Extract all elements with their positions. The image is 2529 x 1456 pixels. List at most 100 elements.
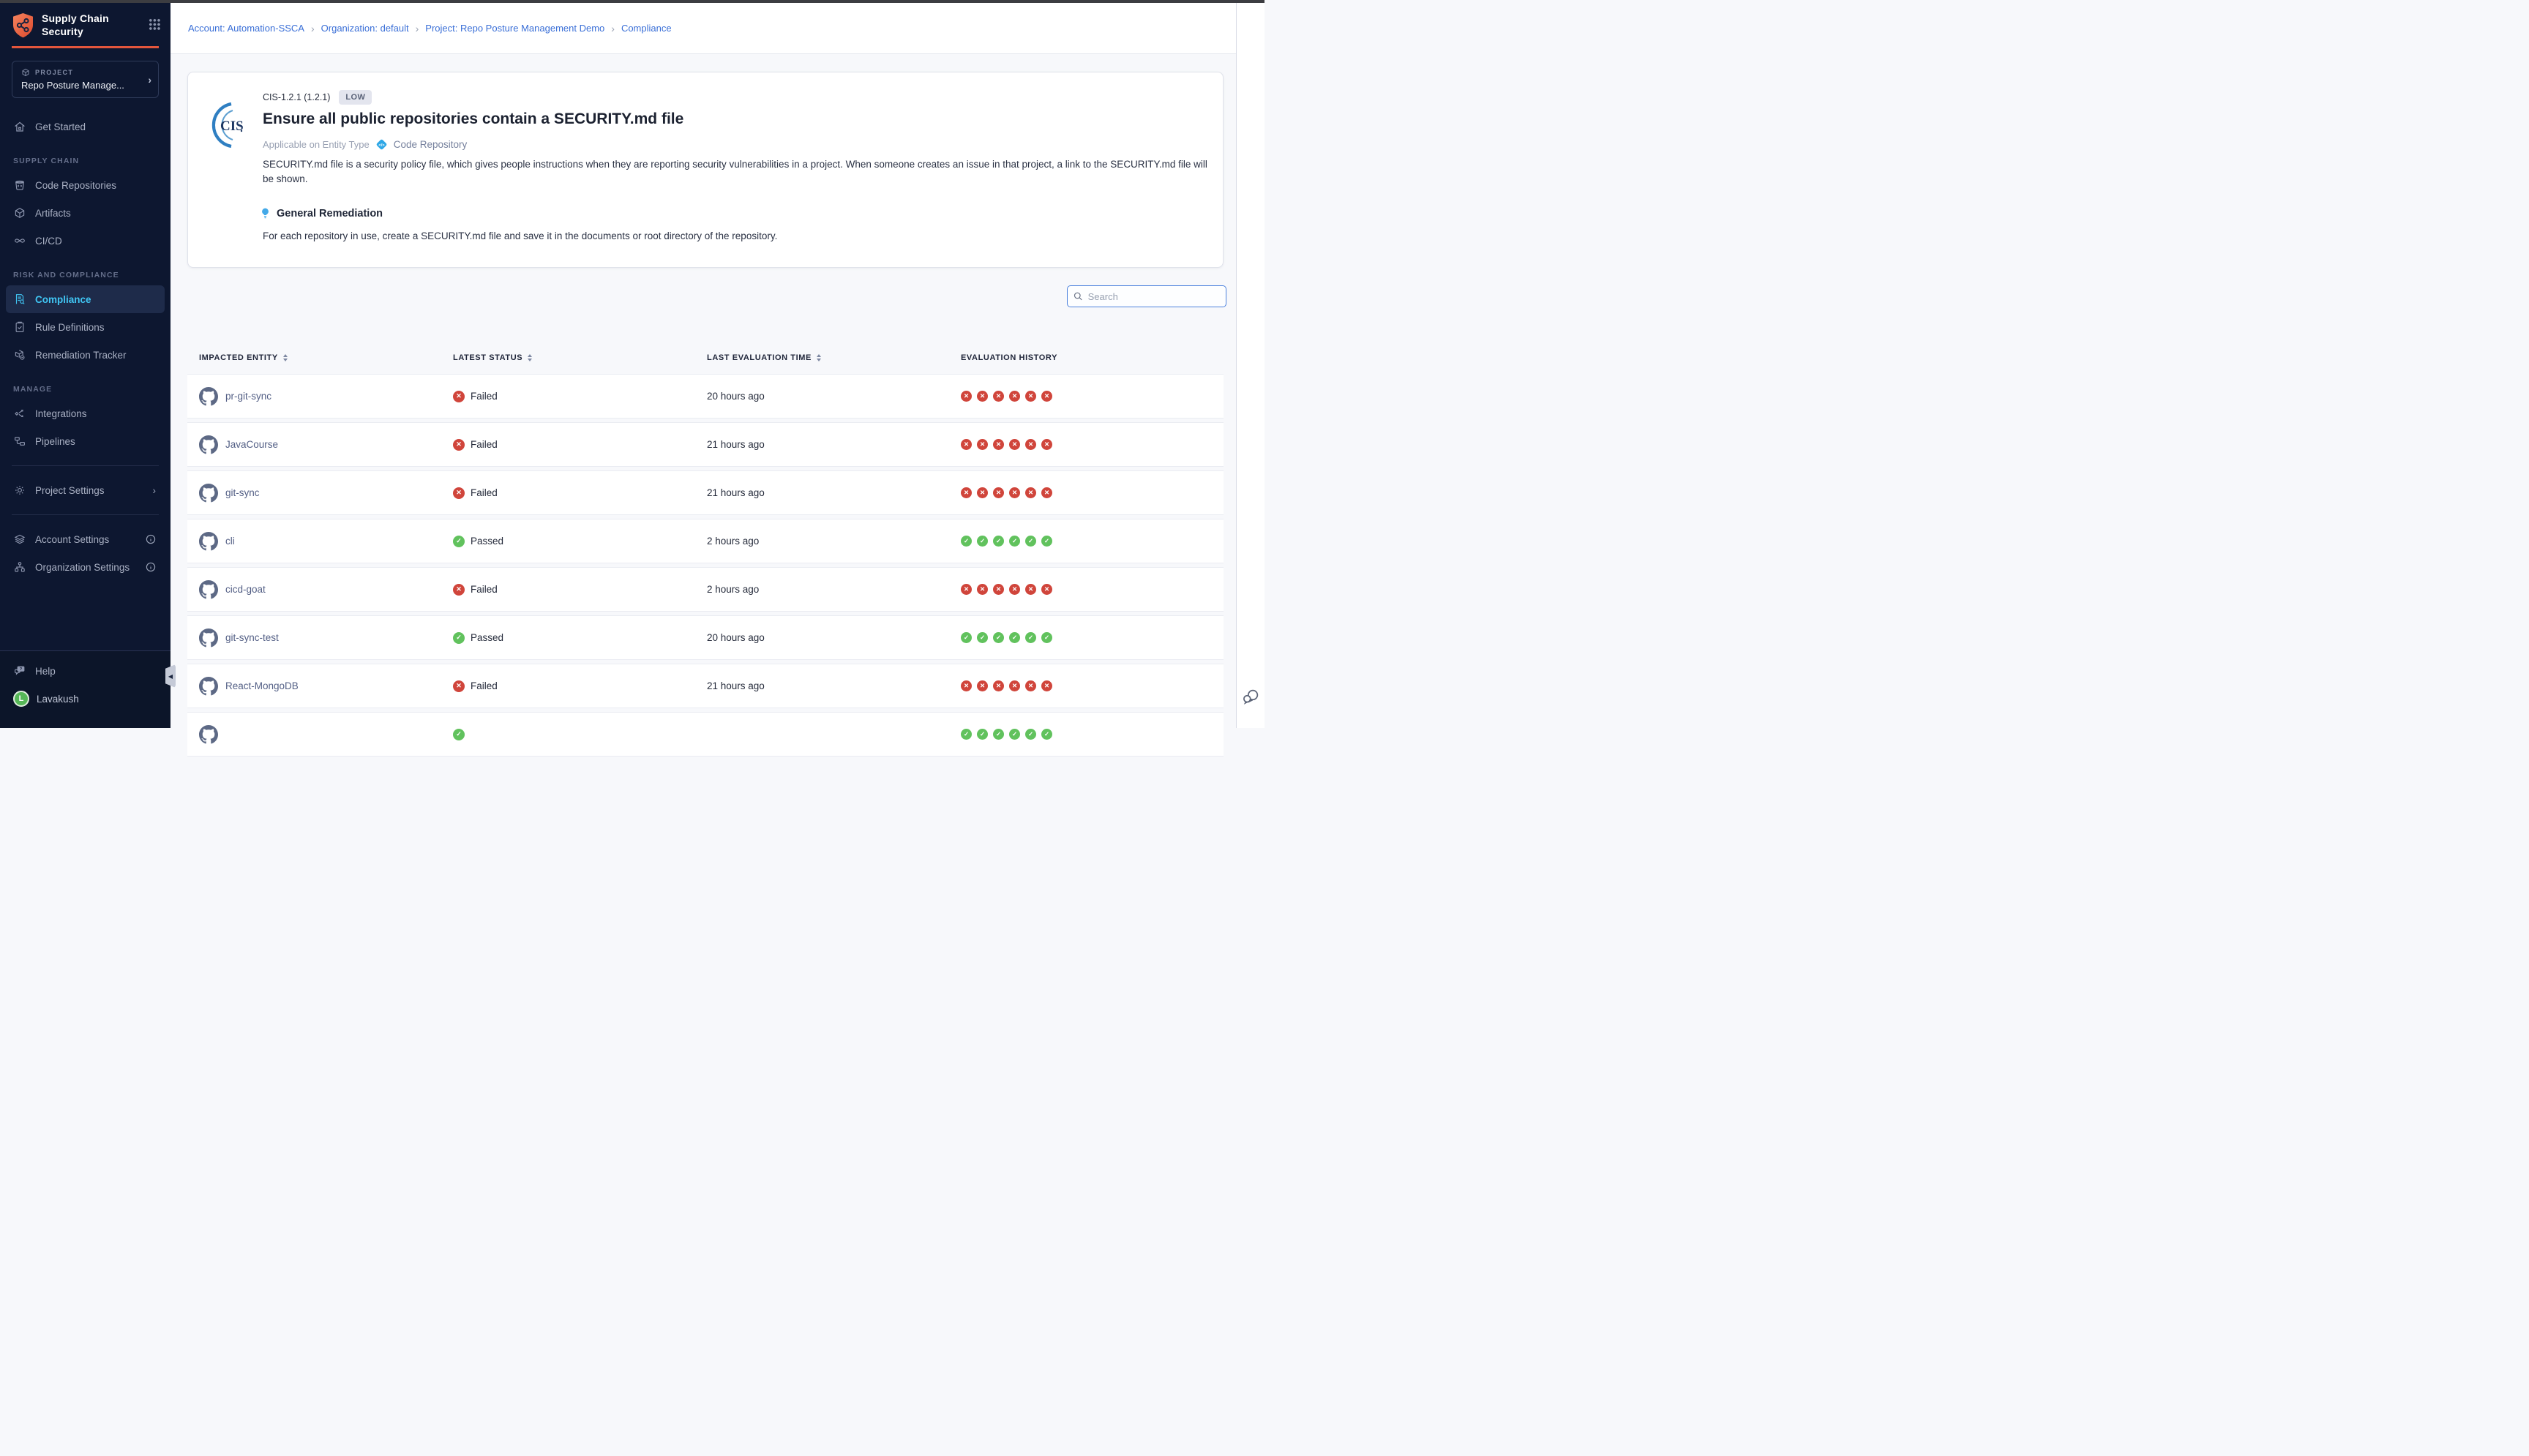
- status-cell: Failed: [453, 375, 498, 418]
- sidebar-item-label: Compliance: [35, 294, 91, 305]
- sidebar-item-remediation-tracker[interactable]: Remediation Tracker: [0, 341, 171, 369]
- sidebar-item-rule-definitions[interactable]: Rule Definitions: [0, 313, 171, 341]
- info-icon[interactable]: [146, 534, 163, 544]
- section-label-supply-chain: SUPPLY CHAIN: [0, 157, 171, 165]
- sidebar-item-help[interactable]: ? Help: [0, 657, 171, 685]
- entity-name[interactable]: JavaCourse: [225, 439, 278, 450]
- sidebar-item-account-settings[interactable]: Account Settings: [0, 525, 171, 553]
- fail-icon: ✕: [977, 487, 988, 498]
- breadcrumb-organization[interactable]: Organization: default: [321, 23, 409, 34]
- shield-logo-icon: [12, 12, 34, 39]
- fail-icon: ✕: [961, 439, 972, 450]
- table-row[interactable]: git-sync Failed 21 hours ago ✕✕✕✕✕✕: [187, 470, 1224, 515]
- pass-icon: ✓: [1025, 729, 1036, 740]
- search-input[interactable]: [1088, 291, 1220, 302]
- gear-icon: [13, 484, 26, 497]
- pass-icon: ✓: [1009, 536, 1020, 547]
- entity-name[interactable]: git-sync-test: [225, 632, 279, 643]
- evaluation-time: 21 hours ago: [707, 664, 765, 708]
- table-row[interactable]: cicd-goat Failed 2 hours ago ✕✕✕✕✕✕: [187, 567, 1224, 612]
- entity-type-value[interactable]: Code Repository: [394, 139, 468, 150]
- entity-name[interactable]: cli: [225, 536, 235, 547]
- status-icon: [453, 391, 465, 402]
- chat-support-icon[interactable]: [1242, 688, 1260, 706]
- table-row[interactable]: cli Passed 2 hours ago ✓✓✓✓✓✓: [187, 519, 1224, 563]
- table-row[interactable]: React-MongoDB Failed 21 hours ago ✕✕✕✕✕✕: [187, 664, 1224, 708]
- entity-type-row: Applicable on Entity Type </> Code Repos…: [263, 138, 467, 151]
- github-icon: [199, 628, 218, 648]
- sidebar-item-code-repositories[interactable]: Code Repositories: [0, 171, 171, 199]
- column-header-latest-status[interactable]: LATEST STATUS: [453, 350, 532, 366]
- product-logo-row: Supply Chain Security: [0, 3, 171, 39]
- impacted-entity-table: pr-git-sync Failed 20 hours ago ✕✕✕✕✕✕ J…: [187, 374, 1224, 760]
- evaluation-history: ✓✓✓✓✓✓: [961, 713, 1052, 756]
- status-cell: Failed: [453, 568, 498, 611]
- status-cell: Passed: [453, 519, 503, 563]
- clipboard-check-icon: [13, 320, 26, 334]
- sidebar-item-compliance[interactable]: Compliance: [6, 285, 165, 313]
- entity-name[interactable]: git-sync: [225, 487, 260, 498]
- status-label: Failed: [471, 439, 498, 450]
- entity-name[interactable]: pr-git-sync: [225, 391, 271, 402]
- evaluation-history: ✕✕✕✕✕✕: [961, 664, 1052, 708]
- evaluation-history: ✓✓✓✓✓✓: [961, 519, 1052, 563]
- breadcrumb: Account: Automation-SSCA › Organization:…: [171, 3, 1236, 54]
- fail-icon: ✕: [977, 584, 988, 595]
- fail-icon: ✕: [1009, 439, 1020, 450]
- fail-icon: ✕: [993, 584, 1004, 595]
- breadcrumb-page[interactable]: Compliance: [621, 23, 672, 34]
- evaluation-history: ✓✓✓✓✓✓: [961, 616, 1052, 659]
- search-icon: [1074, 291, 1083, 301]
- apps-grid-icon[interactable]: [149, 18, 160, 30]
- sort-icon[interactable]: [817, 354, 821, 361]
- status-icon: [453, 536, 465, 547]
- evaluation-time: 2 hours ago: [707, 568, 759, 611]
- code-repository-icon: [13, 179, 26, 192]
- table-row[interactable]: pr-git-sync Failed 20 hours ago ✕✕✕✕✕✕: [187, 374, 1224, 419]
- status-cell: Failed: [453, 423, 498, 466]
- remediation-text: For each repository in use, create a SEC…: [263, 230, 777, 241]
- pass-icon: ✓: [977, 632, 988, 643]
- breadcrumb-separator: ›: [611, 23, 615, 34]
- entity-name[interactable]: cicd-goat: [225, 584, 266, 595]
- fail-icon: ✕: [1041, 391, 1052, 402]
- fail-icon: ✕: [993, 487, 1004, 498]
- rule-code: CIS-1.2.1 (1.2.1): [263, 92, 330, 102]
- info-icon[interactable]: [146, 562, 163, 572]
- table-row[interactable]: git-sync-test Passed 20 hours ago ✓✓✓✓✓✓: [187, 615, 1224, 660]
- svg-text:</>: </>: [378, 143, 385, 148]
- sidebar-footer: ? Help L Lavakush: [0, 650, 171, 728]
- fail-icon: ✕: [977, 439, 988, 450]
- fail-icon: ✕: [961, 680, 972, 691]
- sidebar-item-label: Organization Settings: [35, 562, 130, 573]
- column-header-last-evaluation-time[interactable]: LAST EVALUATION TIME: [707, 350, 821, 366]
- breadcrumb-account[interactable]: Account: Automation-SSCA: [188, 23, 304, 34]
- breadcrumb-project[interactable]: Project: Repo Posture Management Demo: [425, 23, 604, 34]
- sidebar-item-integrations[interactable]: Integrations: [0, 399, 171, 427]
- fail-icon: ✕: [1041, 680, 1052, 691]
- table-header: IMPACTED ENTITY LATEST STATUS LAST EVALU…: [187, 350, 1224, 366]
- column-header-impacted-entity[interactable]: IMPACTED ENTITY: [199, 350, 288, 366]
- sidebar-item-get-started[interactable]: Get Started: [0, 113, 171, 140]
- sidebar-item-artifacts[interactable]: Artifacts: [0, 199, 171, 227]
- fail-icon: ✕: [977, 391, 988, 402]
- cube-icon: [21, 68, 30, 77]
- table-row-partial[interactable]: ✓✓✓✓✓✓: [187, 712, 1224, 757]
- fail-icon: ✕: [1025, 680, 1036, 691]
- main-area: Account: Automation-SSCA › Organization:…: [171, 3, 1236, 728]
- sort-icon[interactable]: [283, 354, 288, 361]
- sidebar: Supply Chain Security PROJECT Repo Postu…: [0, 3, 171, 728]
- sidebar-item-project-settings[interactable]: Project Settings ›: [0, 476, 171, 504]
- project-selector[interactable]: PROJECT Repo Posture Manage... ›: [12, 61, 159, 98]
- table-row[interactable]: JavaCourse Failed 21 hours ago ✕✕✕✕✕✕: [187, 422, 1224, 467]
- project-name: Repo Posture Manage...: [21, 80, 140, 91]
- sidebar-item-label: Account Settings: [35, 534, 109, 545]
- sidebar-item-cicd[interactable]: CI/CD: [0, 227, 171, 255]
- user-profile[interactable]: L Lavakush: [0, 685, 171, 713]
- sort-icon[interactable]: [528, 354, 532, 361]
- entity-name[interactable]: React-MongoDB: [225, 680, 299, 691]
- fail-icon: ✕: [993, 439, 1004, 450]
- sidebar-item-pipelines[interactable]: Pipelines: [0, 427, 171, 455]
- sidebar-item-organization-settings[interactable]: Organization Settings: [0, 553, 171, 581]
- sidebar-item-label: Rule Definitions: [35, 322, 105, 333]
